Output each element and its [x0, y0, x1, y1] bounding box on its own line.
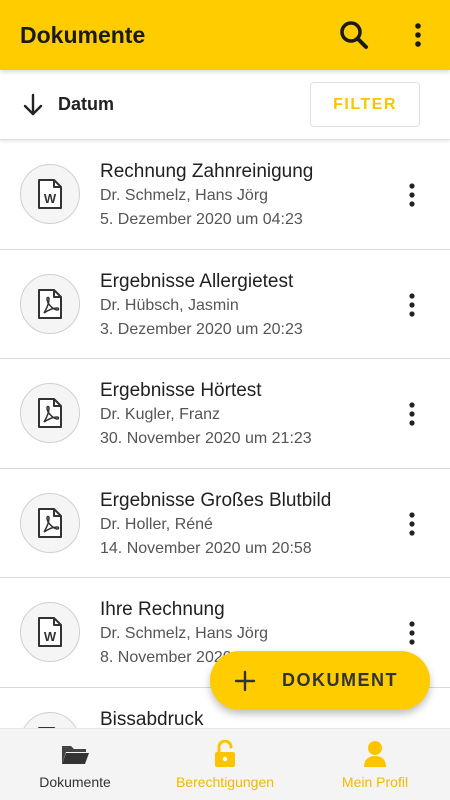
document-title: Rechnung Zahnreinigung	[100, 161, 314, 182]
app-bar: Dokumente	[0, 0, 450, 70]
document-title: Ergebnisse Hörtest	[100, 380, 262, 402]
unlock-icon	[215, 739, 235, 767]
more-vert-icon	[409, 183, 415, 207]
nav-label: Mein Profil	[341, 773, 409, 790]
word-doc-icon: W	[20, 164, 80, 224]
folder-icon	[62, 745, 89, 764]
document-author: Dr. Kugler, Franz	[100, 406, 221, 424]
list-item[interactable]: Ergebnisse Großes Blutbild Dr. Holler, R…	[0, 469, 450, 579]
document-title: Ihre Rechnung	[100, 599, 225, 621]
overflow-menu-button[interactable]	[398, 15, 438, 55]
nav-item-berechtigungen[interactable]: Berechtigungen	[150, 729, 300, 800]
word-doc-icon: W	[20, 602, 80, 663]
page-title: Dokumente	[20, 21, 146, 48]
item-menu-button[interactable]	[400, 285, 424, 325]
document-date: 30. November 2020 um 21:23	[100, 430, 312, 448]
document-author: Dr. Schmelz, Hans Jörg	[100, 187, 269, 204]
arrow-down-icon	[23, 93, 43, 115]
document-author: Dr. Schmelz, Hans Jörg	[100, 625, 269, 643]
more-vert-icon	[409, 402, 415, 426]
document-author: Dr. Holler, Réné	[100, 515, 213, 533]
document-title: Bissabdruck	[100, 708, 204, 728]
document-author: Dr. Hübsch, Jasmin	[100, 296, 239, 314]
more-vert-icon	[415, 23, 421, 47]
person-icon	[364, 740, 386, 767]
list-item[interactable]: Ergebnisse Hörtest Dr. Kugler, Franz 30.…	[0, 359, 450, 469]
pdf-doc-icon	[20, 383, 80, 444]
nav-item-dokumente[interactable]: Dokumente	[0, 729, 150, 800]
list-item[interactable]: Ergebnisse Allergietest Dr. Hübsch, Jasm…	[0, 250, 450, 360]
document-date: 5. Dezember 2020 um 04:23	[100, 211, 303, 228]
item-menu-button[interactable]	[400, 175, 424, 215]
document-date: 3. Dezember 2020 um 20:23	[100, 320, 303, 338]
more-vert-icon	[409, 621, 415, 645]
document-title: Ergebnisse Allergietest	[100, 270, 294, 292]
search-icon	[340, 21, 368, 49]
more-vert-icon	[409, 512, 415, 536]
bottom-navigation: Dokumente Berechtigungen Mein Profil	[0, 728, 450, 800]
add-document-button[interactable]: DOKUMENT	[210, 651, 430, 710]
filter-button[interactable]: FILTER	[310, 82, 420, 127]
more-vert-icon	[409, 292, 415, 317]
word-doc-icon: W	[20, 711, 80, 728]
list-item[interactable]: W Rechnung Zahnreinigung Dr. Schmelz, Ha…	[0, 140, 450, 250]
item-menu-button[interactable]	[400, 394, 424, 434]
plus-icon	[234, 670, 256, 691]
nav-item-mein-profil[interactable]: Mein Profil	[300, 729, 450, 800]
document-list: W Rechnung Zahnreinigung Dr. Schmelz, Ha…	[0, 140, 450, 728]
search-button[interactable]	[334, 15, 374, 55]
document-date: 14. November 2020 um 20:58	[100, 539, 312, 557]
nav-label: Berechtigungen	[175, 773, 275, 790]
sort-label: Datum	[58, 94, 115, 114]
nav-label: Dokumente	[39, 773, 111, 790]
sort-toggle[interactable]: Datum	[22, 93, 114, 117]
svg-text:W: W	[44, 191, 57, 206]
document-title: Ergebnisse Großes Blutbild	[100, 489, 332, 511]
item-menu-button[interactable]	[400, 504, 424, 544]
add-document-label: DOKUMENT	[282, 670, 398, 690]
pdf-doc-icon	[20, 273, 80, 334]
pdf-doc-icon	[20, 492, 80, 553]
sort-bar: Datum FILTER	[0, 70, 450, 140]
item-menu-button[interactable]	[400, 613, 424, 653]
svg-text:W: W	[44, 629, 57, 644]
